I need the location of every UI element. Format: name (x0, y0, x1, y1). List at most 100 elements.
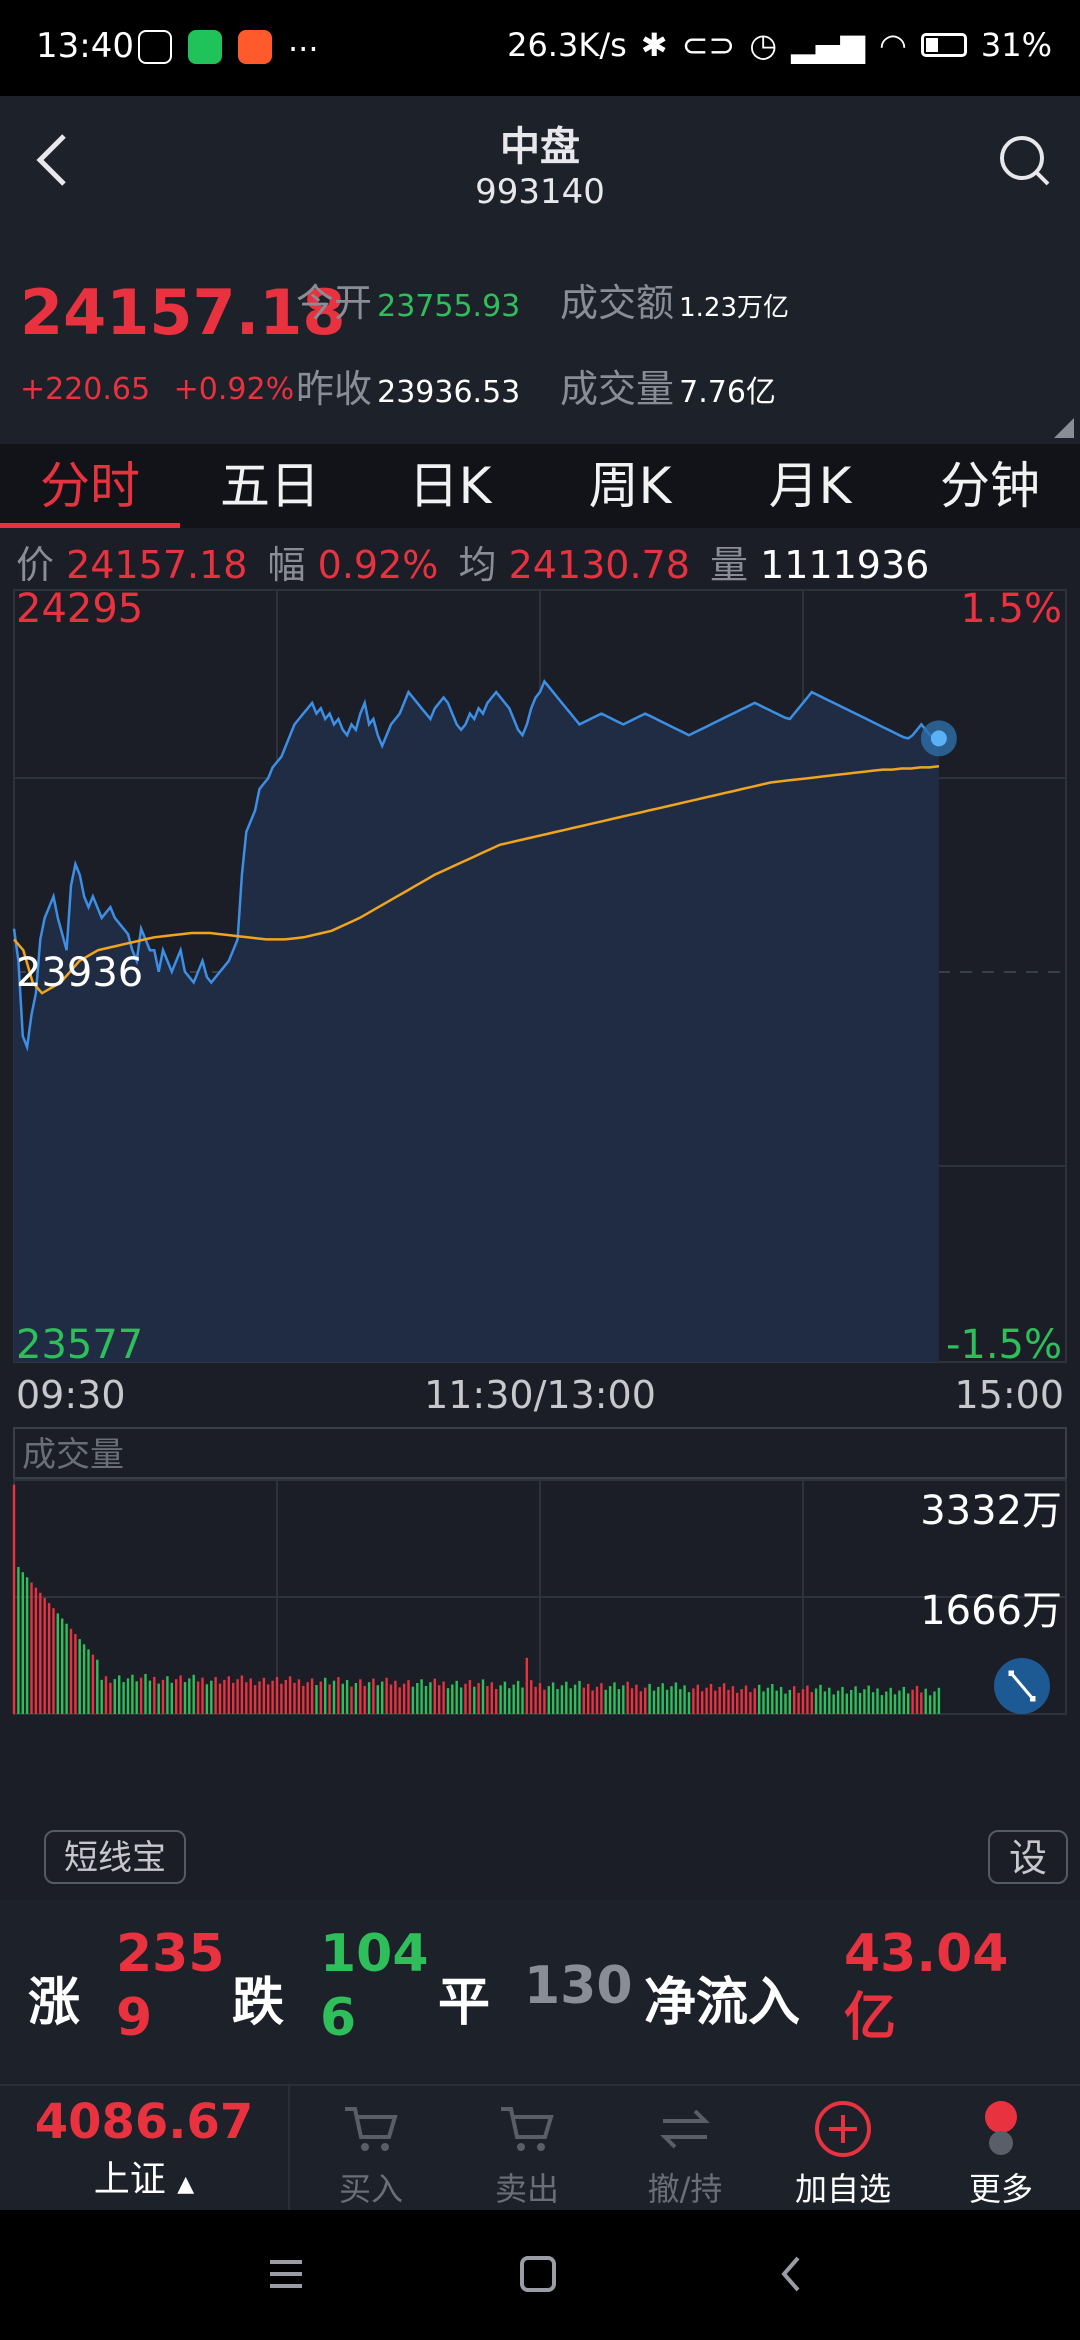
volume-bar (39, 1592, 42, 1714)
alarm-icon: ◷ (749, 26, 778, 64)
volume-bar (455, 1680, 458, 1714)
sell-cart-icon (452, 2094, 602, 2164)
volume-bar (679, 1689, 682, 1714)
net-inflow-value: 43.04 亿 (844, 1922, 1008, 2050)
price-area (14, 681, 939, 1362)
volume-bar (819, 1684, 822, 1714)
volume-bar (749, 1692, 752, 1714)
volume-bar (600, 1683, 603, 1714)
volume-bar (218, 1683, 222, 1714)
volume-bar (915, 1685, 919, 1714)
battery-level: 31% (980, 26, 1052, 64)
intraday-chart[interactable]: 24295 23936 23577 1.5% -1.5% 09:30 11:30… (0, 580, 1080, 1830)
amount-row: 成交额 1.23万亿 (560, 272, 789, 327)
volume-bar (315, 1685, 318, 1714)
search-icon[interactable] (996, 132, 1052, 188)
net-speed: 26.3K/s (507, 26, 627, 64)
volume-bar (363, 1685, 366, 1714)
volume-bar (446, 1688, 450, 1714)
volume-bar (639, 1691, 642, 1714)
volume-bar (670, 1686, 673, 1714)
volume-bar (236, 1679, 239, 1714)
volume-bar (61, 1618, 64, 1714)
volume-bar (687, 1692, 691, 1714)
open-value: 23755.93 (377, 289, 521, 324)
volume-bar (34, 1587, 38, 1714)
up-count-line1: 235 (116, 1924, 225, 1984)
tab-minute[interactable]: 分钟 (900, 444, 1080, 528)
volume-label-mid: 1666万 (920, 1588, 1062, 1634)
volume-bar (293, 1682, 296, 1714)
volume-bar (170, 1682, 173, 1714)
sell-button[interactable]: 卖出 (452, 2094, 602, 2210)
volume-bar (438, 1685, 441, 1714)
volume-bar (389, 1684, 393, 1714)
more-button[interactable]: 更多 (926, 2094, 1076, 2210)
volume-bar (718, 1686, 721, 1714)
settings-button[interactable]: 设 (988, 1830, 1068, 1884)
volume-bar (508, 1688, 511, 1714)
tab-five-day[interactable]: 五日 (180, 444, 360, 528)
volume-bar (464, 1683, 467, 1714)
volume-bar (179, 1675, 182, 1714)
prev-close-value: 23936.53 (377, 375, 521, 410)
fullscreen-icon[interactable] (994, 1658, 1050, 1714)
volume-bar (797, 1692, 800, 1714)
volume-bar (823, 1691, 827, 1714)
add-watchlist-button[interactable]: 加自选 (768, 2094, 918, 2210)
volume-bar (459, 1687, 463, 1714)
home-icon[interactable] (518, 2254, 558, 2294)
volume-bar (214, 1677, 217, 1714)
volume-bar (166, 1676, 169, 1714)
tab-daily-k[interactable]: 日K (360, 444, 540, 528)
volume-bar (122, 1682, 125, 1714)
volume-bar (245, 1682, 248, 1714)
expand-corner-icon[interactable] (1054, 418, 1074, 438)
volume-bar (104, 1676, 108, 1714)
status-bar: 13:40 ··· 26.3K/s ✱ ⊂⊃ ◷ ▂▄▆ ◠ 31% (0, 0, 1080, 96)
y-label-bottom: 23577 (16, 1322, 143, 1368)
menu-icon[interactable] (266, 2256, 306, 2292)
volume-bar (863, 1689, 866, 1714)
volume-bar (12, 1484, 16, 1714)
short-line-button[interactable]: 短线宝 (44, 1830, 186, 1884)
volume-bar (69, 1628, 73, 1714)
down-count-line1: 104 (320, 1924, 429, 1984)
volume-bar (385, 1677, 388, 1714)
volume-bar (657, 1686, 660, 1714)
index-ticker[interactable]: 4086.67 上证 ▲ (0, 2086, 290, 2210)
volume-bar (841, 1687, 844, 1714)
cancel-hold-button[interactable]: 撤/持 (610, 2094, 760, 2210)
volume-bar (148, 1680, 152, 1714)
tab-weekly-k[interactable]: 周K (540, 444, 720, 528)
down-count: 104 6 (320, 1922, 429, 2050)
volume-bar (714, 1690, 717, 1714)
volume-bar (635, 1684, 638, 1714)
volume-bar (490, 1682, 493, 1714)
volume-bar (779, 1687, 783, 1714)
volume-bar (468, 1680, 472, 1714)
volume-bar (337, 1677, 340, 1714)
back-nav-icon[interactable] (776, 2254, 806, 2294)
volume-bar (183, 1682, 187, 1714)
volume-bar (306, 1682, 309, 1714)
volume-bar (503, 1681, 507, 1714)
volume-bar (267, 1684, 270, 1714)
index-value: 4086.67 (34, 2094, 254, 2150)
tab-monthly-k[interactable]: 月K (720, 444, 900, 528)
volume-bar (416, 1683, 419, 1714)
more-dots-icon (926, 2094, 1076, 2164)
volume-bar (534, 1686, 537, 1714)
volume-bar (253, 1685, 257, 1714)
volume-bar (328, 1684, 331, 1714)
volume-bar (411, 1686, 415, 1714)
volume-bar (30, 1582, 33, 1714)
wifi-icon: ◠ (878, 26, 907, 64)
volume-bar (359, 1679, 362, 1714)
notification-icons: ··· (138, 30, 319, 68)
volume-bar (595, 1686, 599, 1714)
buy-button[interactable]: 买入 (296, 2094, 446, 2210)
tiktok-icon (138, 30, 172, 64)
page-title: 中盘 (500, 124, 580, 170)
tab-intraday[interactable]: 分时 (0, 444, 180, 528)
